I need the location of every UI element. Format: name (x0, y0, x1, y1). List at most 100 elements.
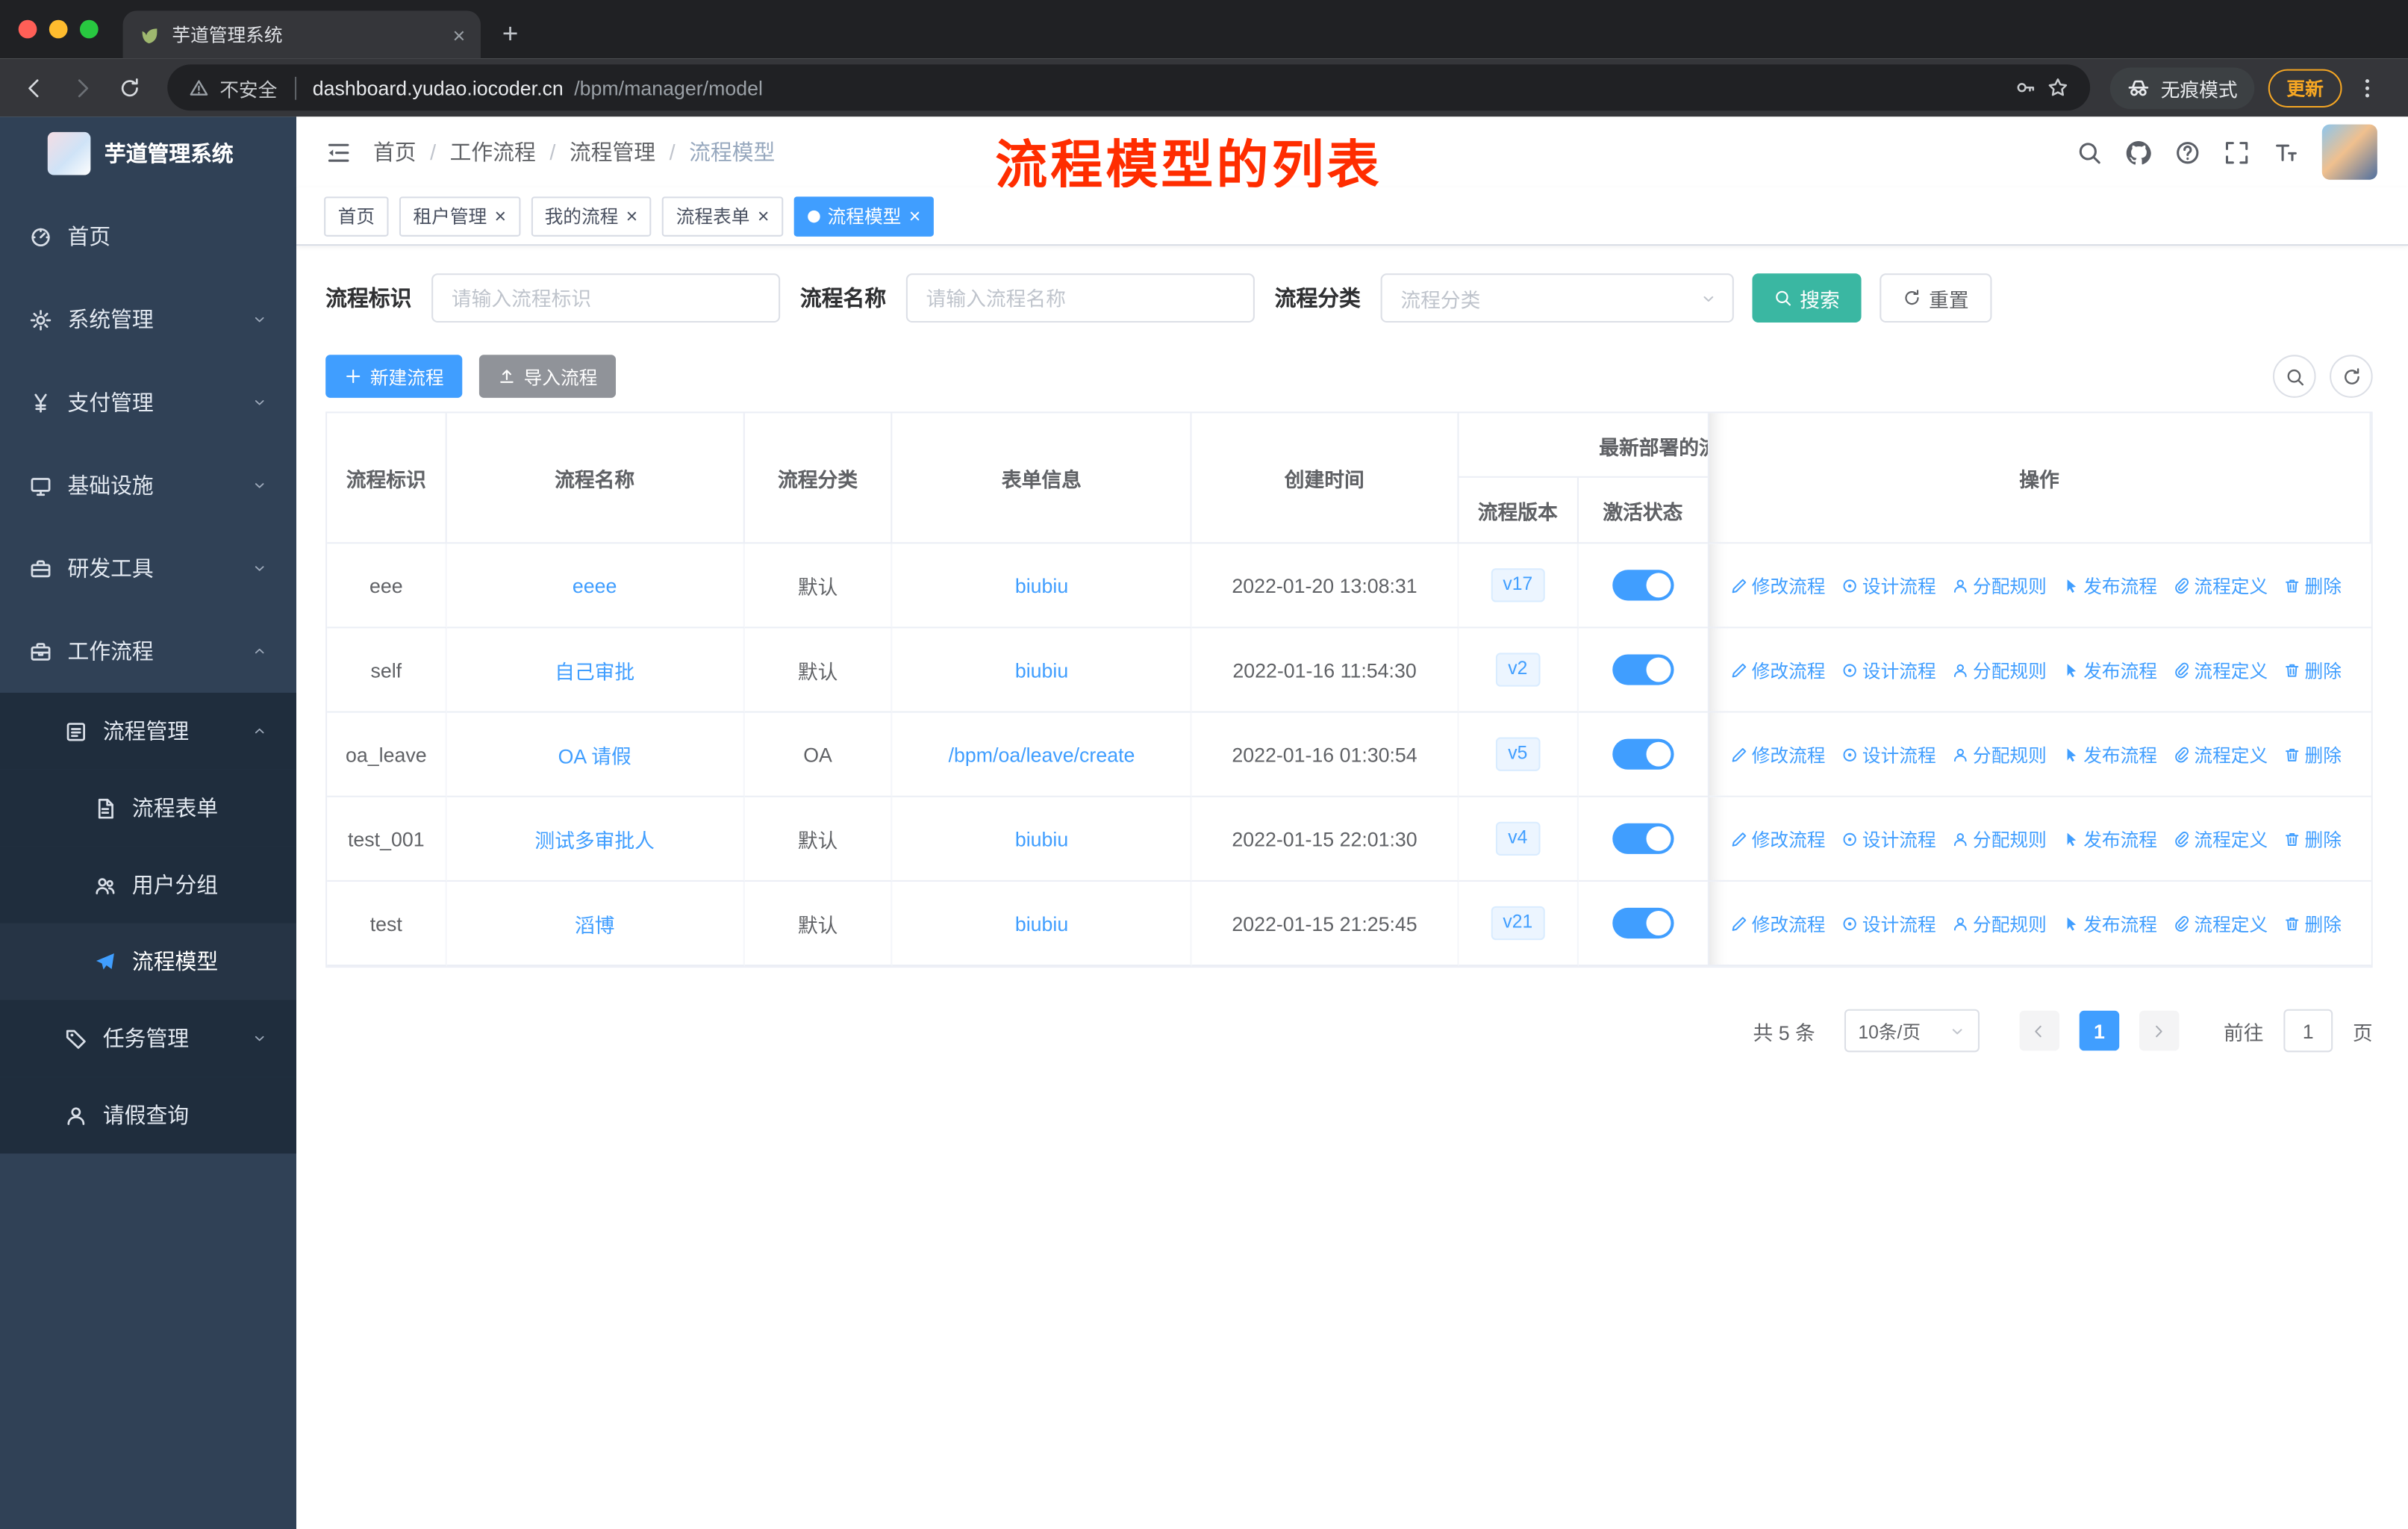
process-name-link[interactable]: 自己审批 (555, 655, 634, 684)
process-name-link[interactable]: OA 请假 (558, 740, 631, 769)
op-edit-link[interactable]: 修改流程 (1730, 910, 1826, 936)
op-definition-link[interactable]: 流程定义 (2173, 572, 2268, 598)
tag-my-process[interactable]: 我的流程 × (531, 196, 652, 236)
page-size-select[interactable]: 10条/页 (1844, 1009, 1980, 1053)
op-assign-rule-link[interactable]: 分配规则 (1951, 572, 2047, 598)
sidebar-item-process-form[interactable]: 流程表单 (0, 769, 297, 847)
active-status-toggle[interactable] (1612, 654, 1674, 685)
op-edit-link[interactable]: 修改流程 (1730, 657, 1826, 683)
new-tab-button[interactable]: + (502, 19, 519, 51)
op-definition-link[interactable]: 流程定义 (2173, 657, 2268, 683)
close-icon[interactable]: × (626, 206, 638, 226)
browser-tab[interactable]: 芋道管理系统 × (122, 10, 481, 59)
close-icon[interactable]: × (758, 206, 770, 226)
form-info-link[interactable]: biubiu (1015, 827, 1068, 850)
github-icon[interactable] (2125, 139, 2151, 165)
window-minimize-button[interactable] (49, 19, 68, 39)
search-icon[interactable] (2077, 139, 2103, 165)
op-definition-link[interactable]: 流程定义 (2173, 826, 2268, 852)
window-close-button[interactable] (18, 19, 37, 39)
tag-tenant[interactable]: 租户管理 × (399, 196, 520, 236)
refresh-table-button[interactable] (2330, 355, 2373, 398)
active-status-toggle[interactable] (1612, 738, 1674, 770)
op-delete-link[interactable]: 删除 (2283, 741, 2342, 767)
sidebar-item-devtools[interactable]: 研发工具 (0, 527, 296, 610)
process-name-link[interactable]: 测试多审批人 (534, 824, 655, 853)
op-publish-link[interactable]: 发布流程 (2062, 741, 2157, 767)
tag-process-model[interactable]: 流程模型 × (793, 196, 935, 236)
op-design-link[interactable]: 设计流程 (1841, 910, 1936, 936)
sidebar-item-workflow[interactable]: 工作流程 (0, 610, 296, 693)
active-status-toggle[interactable] (1612, 823, 1674, 854)
bookmark-star-icon[interactable] (2047, 77, 2068, 99)
address-bar[interactable]: 不安全 dashboard.yudao.iocoder.cn/bpm/manag… (167, 64, 2091, 111)
reset-button[interactable]: 重置 (1880, 273, 1992, 323)
op-edit-link[interactable]: 修改流程 (1730, 741, 1826, 767)
process-name-link[interactable]: 滔博 (575, 909, 615, 938)
op-definition-link[interactable]: 流程定义 (2173, 910, 2268, 936)
next-page-button[interactable] (2139, 1010, 2180, 1051)
sidebar-item-leave-query[interactable]: 请假查询 (0, 1077, 297, 1154)
op-publish-link[interactable]: 发布流程 (2062, 910, 2157, 936)
sidebar-item-user-group[interactable]: 用户分组 (0, 846, 297, 924)
sidebar-collapse-icon[interactable] (312, 126, 364, 178)
form-info-link[interactable]: /bpm/oa/leave/create (949, 743, 1135, 766)
breadcrumb-item[interactable]: 首页 (373, 137, 417, 167)
breadcrumb-item[interactable]: 流程管理 (570, 137, 655, 167)
sidebar-item-payment[interactable]: 支付管理 (0, 361, 296, 443)
op-design-link[interactable]: 设计流程 (1841, 657, 1936, 683)
op-edit-link[interactable]: 修改流程 (1730, 826, 1826, 852)
sidebar-item-system[interactable]: 系统管理 (0, 278, 296, 361)
current-page-button[interactable]: 1 (2079, 1010, 2120, 1051)
op-publish-link[interactable]: 发布流程 (2062, 657, 2157, 683)
create-process-button[interactable]: 新建流程 (325, 355, 463, 398)
op-assign-rule-link[interactable]: 分配规则 (1951, 657, 2047, 683)
toggle-search-button[interactable] (2272, 355, 2316, 398)
op-design-link[interactable]: 设计流程 (1841, 572, 1936, 598)
close-icon[interactable]: × (909, 206, 921, 226)
sidebar-item-process-model[interactable]: 流程模型 (0, 923, 297, 1000)
op-publish-link[interactable]: 发布流程 (2062, 826, 2157, 852)
process-name-link[interactable]: eeee (573, 573, 617, 597)
window-zoom-button[interactable] (79, 19, 99, 39)
back-icon[interactable] (12, 65, 57, 110)
reload-icon[interactable] (107, 65, 152, 110)
update-button[interactable]: 更新 (2268, 68, 2342, 107)
tag-home[interactable]: 首页 (324, 196, 389, 236)
breadcrumb-item[interactable]: 工作流程 (450, 137, 536, 167)
op-design-link[interactable]: 设计流程 (1841, 826, 1936, 852)
process-category-select[interactable]: 流程分类 (1380, 273, 1734, 323)
sidebar-item-home[interactable]: 首页 (0, 195, 296, 278)
op-publish-link[interactable]: 发布流程 (2062, 572, 2157, 598)
search-button[interactable]: 搜索 (1752, 273, 1862, 323)
browser-menu-icon[interactable] (2345, 65, 2390, 110)
goto-page-input[interactable] (2283, 1009, 2333, 1053)
prev-page-button[interactable] (2019, 1010, 2059, 1051)
process-name-input[interactable] (905, 273, 1255, 323)
op-delete-link[interactable]: 删除 (2283, 572, 2342, 598)
form-info-link[interactable]: biubiu (1015, 912, 1068, 935)
op-delete-link[interactable]: 删除 (2283, 910, 2342, 936)
password-key-icon[interactable] (2015, 77, 2036, 99)
op-delete-link[interactable]: 删除 (2283, 826, 2342, 852)
form-info-link[interactable]: biubiu (1015, 658, 1068, 682)
fullscreen-icon[interactable] (2224, 139, 2250, 165)
user-avatar[interactable] (2321, 124, 2377, 180)
forward-icon[interactable] (60, 65, 105, 110)
active-status-toggle[interactable] (1612, 570, 1674, 601)
help-icon[interactable] (2174, 139, 2200, 165)
fontsize-icon[interactable] (2273, 139, 2299, 165)
close-icon[interactable]: × (495, 206, 507, 226)
import-process-button[interactable]: 导入流程 (478, 355, 617, 398)
sidebar-item-process-manage[interactable]: 流程管理 (0, 692, 297, 770)
op-assign-rule-link[interactable]: 分配规则 (1951, 741, 2047, 767)
tab-close-icon[interactable]: × (453, 24, 466, 46)
op-assign-rule-link[interactable]: 分配规则 (1951, 826, 2047, 852)
op-delete-link[interactable]: 删除 (2283, 657, 2342, 683)
sidebar-item-task-manage[interactable]: 任务管理 (0, 1000, 297, 1077)
op-edit-link[interactable]: 修改流程 (1730, 572, 1826, 598)
tag-process-form[interactable]: 流程表单 × (662, 196, 783, 236)
process-key-input[interactable] (431, 273, 781, 323)
active-status-toggle[interactable] (1612, 907, 1674, 939)
form-info-link[interactable]: biubiu (1015, 573, 1068, 597)
